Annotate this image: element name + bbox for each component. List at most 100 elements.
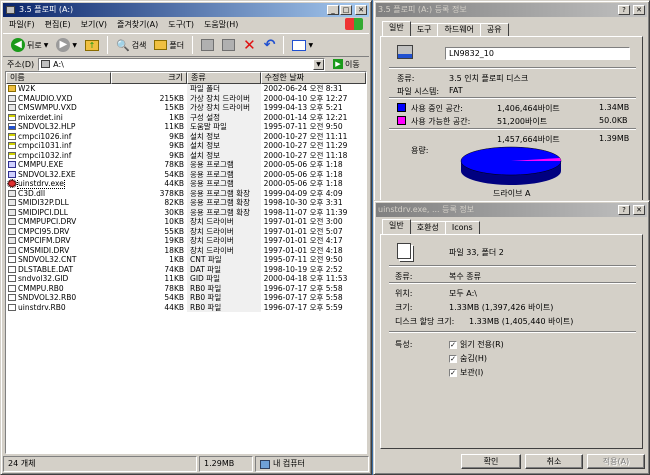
file-date: 1998-10-19 오후 2:52 (263, 264, 343, 274)
file-properties-titlebar[interactable]: uinstdrv.exe, ... 등록 정보 ? ✕ (376, 203, 647, 217)
file-name: CMSMIDI.DRV (6, 246, 111, 256)
file-row[interactable]: mixerdet.ini 1KB 구성 설정 2000-01-14 오후 12:21 (6, 112, 366, 122)
file-row[interactable]: CMMPUPCI.DRV 10KB 장치 드라이버 1997-01-01 오전 3:0… (6, 217, 366, 227)
file-type: 응용 프로그램 확장 (187, 207, 261, 217)
tab-general[interactable]: 일반 (382, 219, 411, 234)
search-button[interactable]: 🔍 검색 (114, 35, 148, 55)
address-input[interactable]: A:\ ▼ (38, 57, 325, 71)
file-date: 1996-07-17 오후 5:58 (263, 293, 343, 302)
ok-button[interactable]: 확인 (461, 454, 521, 469)
back-arrow-icon: ◀ (11, 38, 25, 52)
file-tabs: 일반 호환성 Icons (382, 219, 480, 234)
menu-file[interactable]: 파일(F) (9, 19, 35, 30)
file-row[interactable]: cmpci1026.inf 9KB 설치 정보 2000-10-27 오전 11:11 (6, 131, 366, 141)
file-row[interactable]: SMIDI32P.DLL 82KB 응용 프로그램 확장 1998-10-30 오후 … (6, 198, 366, 208)
doc-file-icon (8, 284, 16, 292)
file-row[interactable]: CMSMIDI.DRV 18KB 장치 드라이버 1997-01-01 오전 4:18 (6, 245, 366, 256)
undo-button[interactable]: ↶ (262, 35, 278, 55)
up-folder-button[interactable]: ↑ (83, 35, 101, 55)
sys-file-icon (8, 218, 16, 225)
tab-hardware[interactable]: 하드웨어 (437, 23, 481, 36)
copy-to-button[interactable] (220, 35, 237, 55)
close-button[interactable]: ✕ (633, 5, 645, 15)
archive-checkbox[interactable]: ✓ 보관(I) (449, 367, 483, 378)
file-row[interactable]: cmpci1031.inf 9KB 설치 정보 2000-10-27 오전 11:29 (6, 141, 366, 151)
file-row[interactable]: DLSTABLE.DAT 74KB DAT 파일 1998-10-19 오후 2:52 (6, 264, 366, 275)
help-button[interactable]: ? (618, 5, 630, 15)
file-date: 1996-07-17 오후 5:58 (263, 283, 343, 293)
go-button[interactable]: ▶ 이동 (329, 58, 369, 71)
help-button[interactable]: ? (618, 205, 630, 215)
explorer-titlebar[interactable]: 3.5 플로피 (A:) _ □ ✕ (3, 3, 369, 17)
file-row[interactable]: CMMPU.RB0 78KB RB0 파일 1996-07-17 오후 5:58 (6, 283, 366, 293)
file-type: DAT 파일 (187, 264, 261, 274)
menu-edit[interactable]: 편집(E) (45, 19, 71, 30)
sys-file-icon (8, 208, 16, 216)
file-size: 9KB (169, 131, 185, 141)
column-name[interactable]: 이름 (6, 72, 112, 84)
disk-size-value: 1.33MB (1,405,440 바이트) (469, 317, 574, 326)
file-row[interactable]: sndvol32.GID 11KB GID 파일 2000-04-18 오후 11:5… (6, 274, 366, 284)
file-row[interactable]: W2K 파일 폴더 2002-06-24 오전 8:31 (6, 84, 366, 94)
file-row[interactable]: CMAUDIO.VXD 215KB 가상 장치 드라이버 2000-04-10 오후 … (6, 93, 366, 103)
file-row[interactable]: SNDVOL32.EXE 54KB 응용 프로그램 2000-05-06 오후 1:1… (6, 169, 366, 179)
file-size: 44KB (164, 179, 185, 188)
file-row[interactable]: SNDVOL32.RB0 54KB RB0 파일 1996-07-17 오후 5:58 (6, 293, 366, 303)
move-to-button[interactable] (199, 35, 216, 55)
menu-favorites[interactable]: 즐겨찾기(A) (117, 19, 158, 30)
floppy-properties-titlebar[interactable]: 3.5 플로피 (A:) 등록 정보 ? ✕ (376, 3, 647, 17)
volume-label-input[interactable]: LN9832_10 (445, 47, 630, 60)
close-button[interactable]: ✕ (633, 205, 645, 215)
cancel-button[interactable]: 취소 (525, 454, 583, 469)
views-button[interactable]: ▼ (290, 35, 315, 55)
menu-tools[interactable]: 도구(T) (168, 19, 194, 30)
forward-button[interactable]: ▶ ▼ (54, 35, 79, 55)
tab-tools[interactable]: 도구 (409, 23, 439, 36)
column-date[interactable]: 수정한 날짜 (260, 72, 366, 84)
file-type: 장치 드라이버 (187, 236, 261, 246)
file-name: DLSTABLE.DAT (6, 265, 111, 275)
menu-view[interactable]: 보기(V) (81, 19, 107, 30)
file-type: CNT 파일 (187, 255, 261, 265)
file-row[interactable]: uinstdrv.exe 44KB 응용 프로그램 2000-05-06 오후 1:1… (6, 179, 366, 189)
hidden-checkbox[interactable]: ✓ 숨김(H) (449, 353, 487, 364)
column-size[interactable]: 크기 (111, 72, 187, 84)
file-row[interactable]: C3D.dll 378KB 응용 프로그램 확장 1999-04-09 오후 4:09 (6, 188, 366, 198)
divider (389, 331, 636, 333)
sys-file-icon (8, 227, 16, 235)
apply-button[interactable]: 적용(A) (587, 454, 645, 469)
menu-help[interactable]: 도움말(H) (204, 19, 238, 30)
file-name: uinstdrv.exe (6, 179, 111, 189)
file-row[interactable]: CMPCIFM.DRV 19KB 장치 드라이버 1997-01-01 오전 4:17 (6, 236, 366, 246)
tab-sharing[interactable]: 공유 (479, 23, 509, 36)
file-list-header: 이름 크기 종류 수정한 날짜 (6, 72, 366, 84)
file-date: 1997-01-01 오전 4:17 (263, 236, 343, 245)
file-row[interactable]: uinstdrv.RB0 44KB RB0 파일 1996-07-17 오후 5:59 (6, 302, 366, 312)
checkbox-checked-icon: ✓ (449, 354, 457, 363)
minimize-button[interactable]: _ (327, 5, 339, 15)
tab-compatibility[interactable]: 호환성 (409, 221, 446, 234)
file-row[interactable]: cmpci1032.inf 9KB 설치 정보 2000-10-27 오전 11:18 (6, 150, 366, 160)
folders-button[interactable]: 폴더 (152, 35, 186, 55)
maximize-button[interactable]: □ (340, 5, 352, 15)
checkbox-checked-icon: ✓ (449, 340, 457, 349)
file-row[interactable]: CMMPU.EXE 78KB 응용 프로그램 2000-05-06 오후 1:18 (6, 160, 366, 170)
address-dropdown-button[interactable]: ▼ (313, 58, 324, 70)
file-row[interactable]: SMIDIPCI.DLL 30KB 응용 프로그램 확장 1998-11-07 오후 … (6, 207, 366, 217)
file-row[interactable]: SNDVOL32.CNT 1KB CNT 파일 1995-07-11 오전 9:50 (6, 255, 366, 265)
file-name: CMPCIFM.DRV (6, 236, 111, 246)
close-button[interactable]: ✕ (355, 5, 367, 15)
file-row[interactable]: SNDVOL32.HLP 11KB 도움말 파일 1995-07-11 오전 9:50 (6, 122, 366, 132)
status-count: 24 개체 (3, 456, 197, 472)
readonly-checkbox[interactable]: ✓ 읽기 전용(R) (449, 339, 504, 350)
file-type: 응용 프로그램 (187, 169, 261, 179)
tab-general[interactable]: 일반 (382, 21, 411, 36)
file-type: 구성 설정 (187, 112, 261, 122)
back-button[interactable]: ◀ 뒤로 ▼ (9, 35, 50, 55)
tab-icons[interactable]: Icons (444, 221, 480, 234)
column-type[interactable]: 종류 (187, 72, 261, 84)
file-list[interactable]: 이름 크기 종류 수정한 날짜 W2K 파일 폴더 2002-06-24 오전 8:… (5, 71, 367, 454)
delete-button[interactable]: ✕ (241, 35, 258, 55)
file-row[interactable]: CMSWMPU.VXD 15KB 가상 장치 드라이버 1999-04-13 오후 5… (6, 103, 366, 113)
file-row[interactable]: CMPCI95.DRV 55KB 장치 드라이버 1997-01-01 오전 5:07 (6, 226, 366, 236)
